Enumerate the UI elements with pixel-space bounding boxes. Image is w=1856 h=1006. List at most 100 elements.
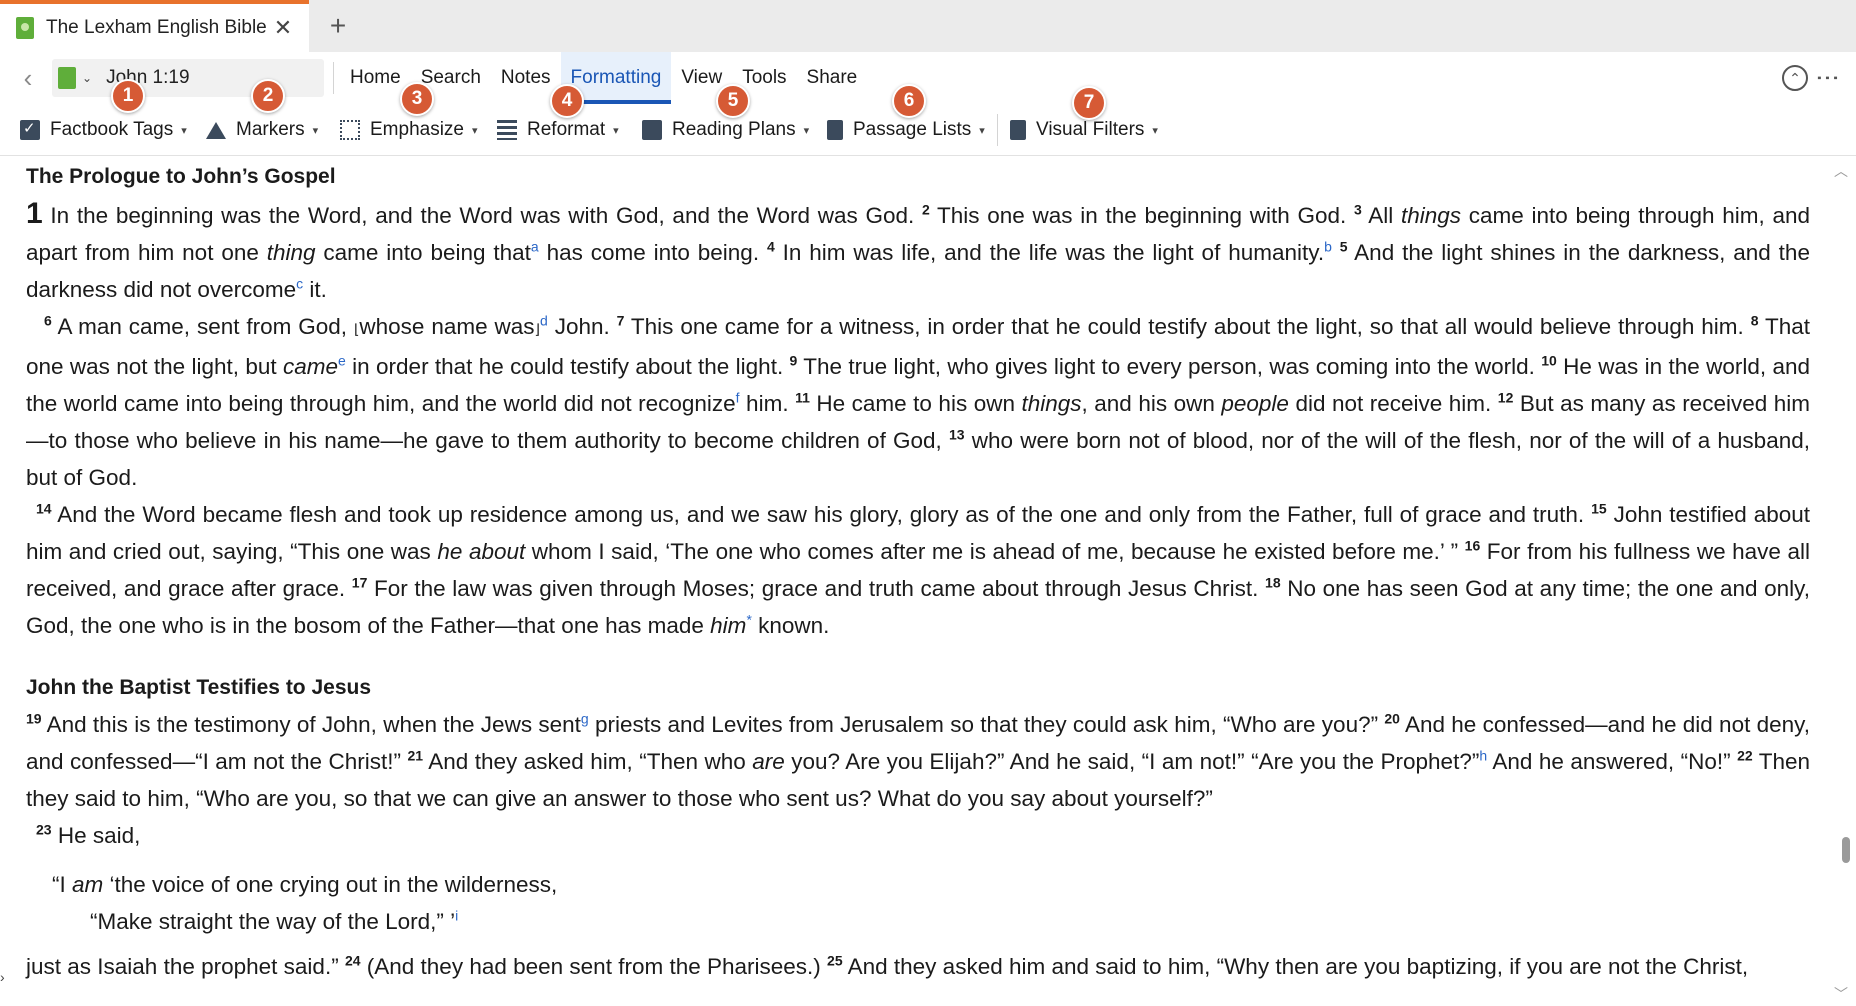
footnote-marker[interactable]: i xyxy=(455,908,458,924)
italic-word: came xyxy=(283,354,339,379)
verse-text: All xyxy=(1361,203,1401,228)
verse-text: This one came for a witness, in order th… xyxy=(624,314,1751,339)
section-heading: John the Baptist Testifies to Jesus xyxy=(26,676,372,699)
visual-filter-icon xyxy=(1010,120,1026,140)
verse-text: known. xyxy=(751,613,830,638)
callout-badge-5: 5 xyxy=(716,84,750,118)
verse-number[interactable]: 25 xyxy=(827,953,843,969)
verse-text: And he answered, “No!” xyxy=(1487,749,1738,774)
resource-book-icon[interactable] xyxy=(58,67,76,89)
verse-number[interactable]: 13 xyxy=(949,427,965,443)
reading-plans-label: Reading Plans xyxy=(672,119,796,140)
verse-number[interactable]: 4 xyxy=(767,239,775,255)
tab-title: The Lexham English Bible xyxy=(46,17,267,38)
verse-number[interactable]: 21 xyxy=(407,748,423,764)
passage-lists-button[interactable]: Passage Lists ▾ xyxy=(827,114,985,146)
more-options-icon[interactable]: ⋮ xyxy=(1814,62,1841,94)
verse-number[interactable]: 18 xyxy=(1265,575,1281,591)
chevron-down-icon[interactable]: ⌄ xyxy=(82,71,92,85)
verse-number[interactable]: 5 xyxy=(1340,239,1348,255)
paragraph: just as Isaiah the prophet said.” 24 (An… xyxy=(26,948,1810,985)
verse-number[interactable]: 16 xyxy=(1465,538,1481,554)
footnote-marker[interactable]: b xyxy=(1324,239,1332,255)
marker-triangle-icon xyxy=(206,121,226,139)
collapse-ribbon-icon[interactable]: ⌃ xyxy=(1782,65,1808,91)
footnote-marker[interactable]: g xyxy=(581,711,589,727)
verse-text: For the law was given through Moses; gra… xyxy=(367,576,1266,601)
verse-number[interactable]: 22 xyxy=(1737,748,1753,764)
verse-text: has come into being. xyxy=(538,240,767,265)
italic-word: thing xyxy=(266,240,316,265)
callout-badge-6: 6 xyxy=(892,84,926,118)
markers-label: Markers xyxy=(236,119,305,140)
poetry-line: “Make straight the way of the Lord,” ’i xyxy=(26,903,1810,940)
verse-number[interactable]: 17 xyxy=(352,575,368,591)
footnote-marker[interactable]: a xyxy=(531,239,539,255)
chevron-down-icon: ▾ xyxy=(181,124,187,137)
verse-number[interactable]: 2 xyxy=(922,202,930,218)
italic-word: things xyxy=(1021,391,1082,416)
verse-number[interactable]: 12 xyxy=(1498,390,1514,406)
verse-text: (And they had been sent from the Pharise… xyxy=(360,954,828,979)
verse-text: priests and Levites from Jerusalem so th… xyxy=(588,712,1385,737)
calendar-check-icon xyxy=(642,120,662,140)
emphasize-label: Emphasize xyxy=(370,119,464,140)
verse-number[interactable]: 6 xyxy=(44,313,52,329)
passage-lists-label: Passage Lists xyxy=(853,119,972,140)
verse-number[interactable]: 10 xyxy=(1541,353,1557,369)
chevron-down-icon: ▾ xyxy=(472,124,478,137)
verse-text: it. xyxy=(303,277,327,302)
verse-text xyxy=(1332,240,1340,265)
verse-text: “Make straight the way of the Lord,” ’ xyxy=(90,909,456,934)
bible-text-pane[interactable]: ︿ ﹀ › The Prologue to John’s Gospel 1 In… xyxy=(0,157,1856,1006)
chevron-down-icon: ▾ xyxy=(979,124,985,137)
verse-text: This one was in the beginning with God. xyxy=(929,203,1354,228)
verse-number[interactable]: 24 xyxy=(345,953,361,969)
back-arrow-icon[interactable]: ‹ xyxy=(14,62,42,94)
side-panel-toggle-icon[interactable]: › xyxy=(0,969,10,999)
verse-number[interactable]: 19 xyxy=(26,711,42,727)
verse-number[interactable]: 20 xyxy=(1384,711,1400,727)
menu-share[interactable]: Share xyxy=(797,52,868,104)
markers-button[interactable]: Markers ▾ xyxy=(206,114,318,146)
scrollbar-thumb[interactable] xyxy=(1842,837,1850,863)
section-heading: The Prologue to John’s Gospel xyxy=(26,165,336,188)
chevron-down-icon: ▾ xyxy=(803,124,810,137)
footnote-marker[interactable]: e xyxy=(338,353,346,369)
reformat-button[interactable]: Reformat ▾ xyxy=(497,114,619,146)
scroll-up-icon[interactable]: ︿ xyxy=(1834,161,1848,181)
chevron-down-icon: ▾ xyxy=(1152,124,1158,137)
factbook-tags-button[interactable]: Factbook Tags ▾ xyxy=(20,114,187,146)
verse-text: In the beginning was the Word, and the W… xyxy=(42,203,922,228)
verse-text: He said, xyxy=(51,823,141,848)
verse-text: did not receive him. xyxy=(1288,391,1498,416)
verse-text: ‘the voice of one crying out in the wild… xyxy=(103,872,558,897)
reading-plans-button[interactable]: Reading Plans ▾ xyxy=(642,114,809,146)
verse-number[interactable]: 14 xyxy=(36,501,52,517)
new-tab-button[interactable]: + xyxy=(322,10,354,42)
callout-badge-4: 4 xyxy=(550,84,584,118)
verse-number[interactable]: 3 xyxy=(1354,202,1362,218)
verse-number[interactable]: 23 xyxy=(36,822,52,838)
paragraph: 1 In the beginning was the Word, and the… xyxy=(26,195,1810,308)
callout-badge-3: 3 xyxy=(400,82,434,116)
verse-text: you? Are you Elijah?” And he said, “I am… xyxy=(784,749,1480,774)
scroll-down-icon[interactable]: ﹀ xyxy=(1834,984,1848,1004)
footnote-marker[interactable]: h xyxy=(1479,748,1487,764)
verse-text: in order that he could testify about the… xyxy=(345,354,790,379)
verse-number[interactable]: 15 xyxy=(1591,501,1607,517)
paragraph: 19 And this is the testimony of John, wh… xyxy=(26,706,1810,817)
verse-text: whose name was xyxy=(359,314,535,339)
document-tab[interactable]: The Lexham English Bible ✕ xyxy=(0,0,309,52)
footnote-marker[interactable]: d xyxy=(540,313,548,329)
factbook-tags-label: Factbook Tags xyxy=(50,119,174,140)
chapter-number: 1 xyxy=(26,197,43,230)
verse-text: “I xyxy=(52,872,72,897)
italic-word: am xyxy=(72,872,104,897)
emphasize-button[interactable]: Emphasize ▾ xyxy=(340,114,478,146)
close-tab-icon[interactable]: ✕ xyxy=(269,14,297,42)
verse-number[interactable]: 11 xyxy=(795,390,810,406)
visual-filters-label: Visual Filters xyxy=(1036,119,1145,140)
italic-word: are xyxy=(752,749,785,774)
